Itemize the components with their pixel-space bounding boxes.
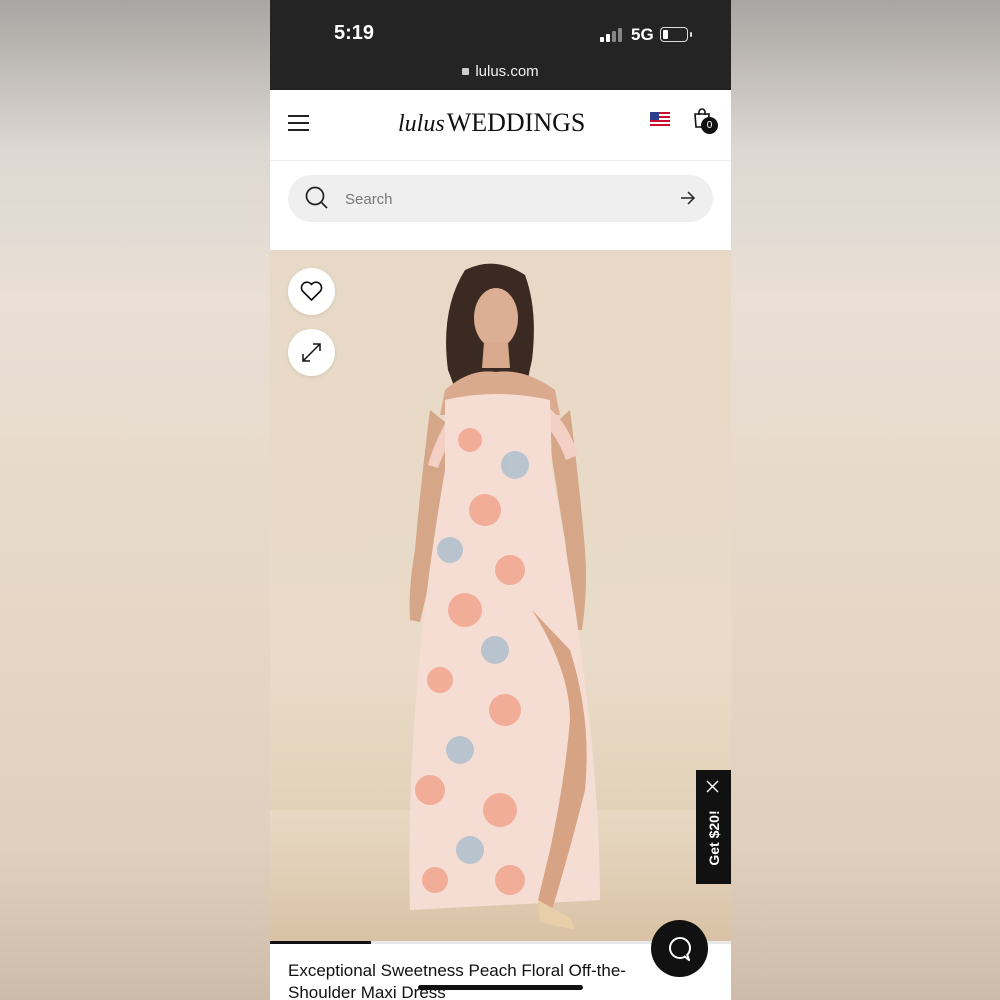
- cart-count-badge: 0: [701, 117, 718, 134]
- expand-image-button[interactable]: [288, 329, 335, 376]
- logo-brand: WEDDINGS: [446, 108, 586, 137]
- wishlist-button[interactable]: [288, 268, 335, 315]
- search-section: [270, 161, 731, 250]
- search-icon: [305, 186, 328, 209]
- promo-label: Get $20!: [706, 810, 722, 866]
- logo-script: lulus: [398, 111, 445, 137]
- arrow-right-icon[interactable]: [679, 190, 697, 206]
- background-blur-right: [731, 0, 1000, 1000]
- search-bar[interactable]: [288, 175, 713, 222]
- address-bar[interactable]: lulus.com: [270, 63, 731, 80]
- home-indicator: [418, 985, 583, 990]
- network-type: 5G: [631, 25, 654, 44]
- gallery-progress-fill: [270, 941, 372, 944]
- heart-icon: [300, 281, 323, 301]
- promo-tab[interactable]: Get $20!: [696, 770, 731, 884]
- status-time: 5:19: [334, 22, 375, 44]
- expand-icon: [302, 343, 321, 362]
- status-bar: 5:19 5G lulus.com: [270, 0, 731, 90]
- product-photo: [270, 263, 731, 942]
- hamburger-menu-icon[interactable]: [288, 115, 309, 132]
- product-image-gallery[interactable]: Get $20!: [270, 250, 731, 942]
- chat-bubble-icon: [669, 937, 691, 961]
- background-blur-left: [0, 0, 270, 1000]
- signal-icon: [600, 28, 622, 42]
- site-logo[interactable]: lulusWEDDINGS: [398, 108, 585, 138]
- phone-screen: 5:19 5G lulus.com lulusWEDDINGS 0 Search…: [270, 0, 731, 1000]
- site-header: lulusWEDDINGS 0: [270, 90, 731, 161]
- url-text: lulus.com: [475, 63, 539, 80]
- search-input[interactable]: [343, 187, 667, 211]
- battery-icon: [660, 27, 692, 42]
- us-flag-icon[interactable]: [650, 112, 670, 126]
- lock-icon: [462, 68, 470, 75]
- chat-button[interactable]: [651, 920, 708, 977]
- product-title: Exceptional Sweetness Peach Floral Off-t…: [288, 961, 626, 1000]
